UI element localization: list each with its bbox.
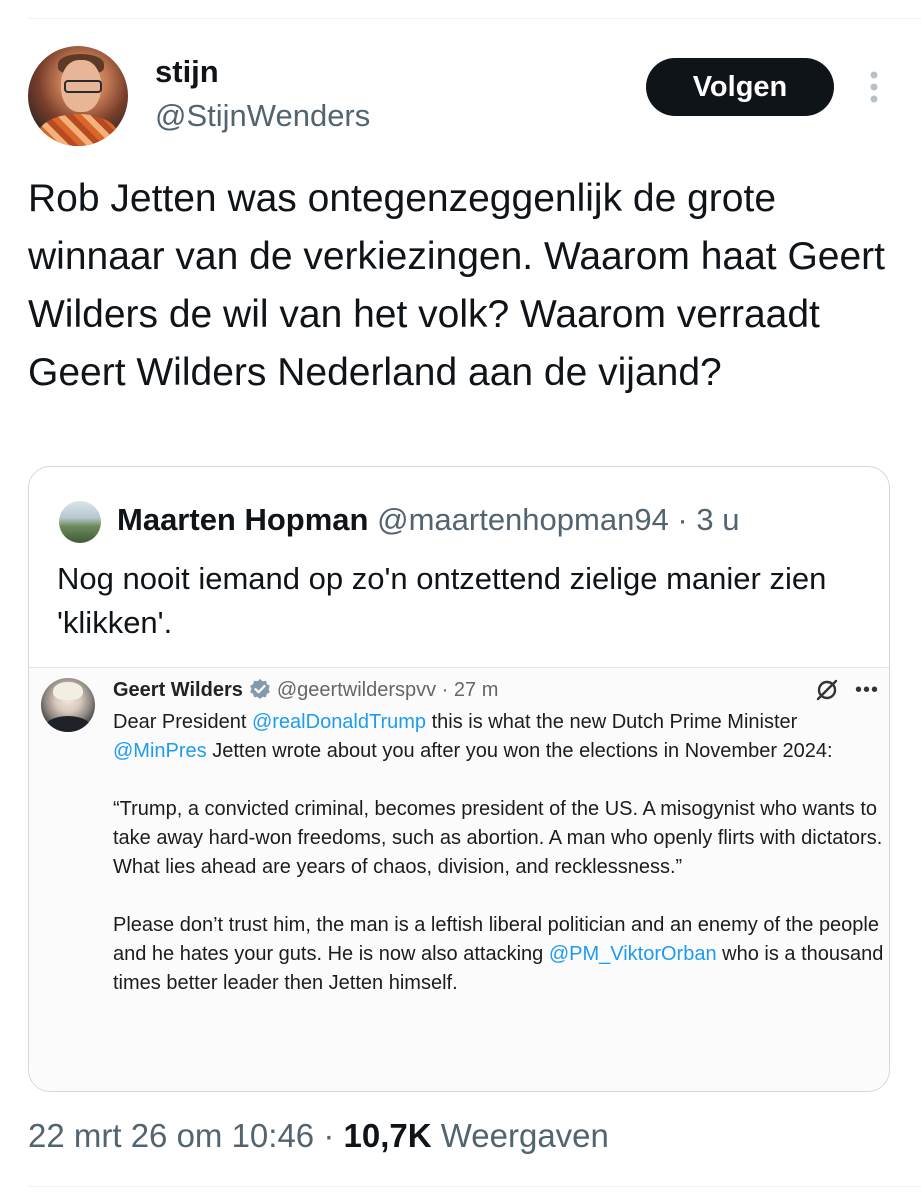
avatar-glasses [64,80,102,93]
embedded-header: Geert Wilders @geertwilderspvv · 27 m [113,676,498,704]
embedded-timestamp: 27 m [453,679,499,701]
embedded-body: Dear President @realDonaldTrump this is … [113,708,889,1027]
embedded-author-name: Geert Wilders [113,679,243,701]
embedded-paragraph-2: “Trump, a convicted criminal, becomes pr… [113,798,883,878]
tweet-text: Rob Jetten was ontegenzeggenlijk de grot… [28,177,885,394]
meta-separator: · [314,1117,344,1154]
embedded-text: Jetten wrote about you after you won the… [206,740,833,762]
embedded-screenshot: Geert Wilders @geertwilderspvv · 27 m ••… [29,667,889,1091]
embedded-paragraph-3: Please don’t trust him, the man is a lef… [113,911,889,998]
embedded-text: Dear President [113,711,252,733]
mention-link: @MinPres [113,740,207,762]
more-vertical-icon[interactable] [866,70,882,104]
author-display-name[interactable]: stijn [155,52,219,92]
views-count[interactable]: 10,7K [343,1117,431,1154]
avatar-shirt [38,114,118,146]
top-divider [28,18,921,19]
embedded-text: this is what the new Dutch Prime Ministe… [426,711,798,733]
tweet-date[interactable]: 22 mrt 26 om 10:46 [28,1117,314,1154]
bottom-divider [28,1186,921,1187]
embedded-author-handle: @geertwilderspvv [276,679,437,701]
mention-link: @realDonaldTrump [251,711,427,733]
more-horizontal-icon: ••• [855,679,880,701]
quote-text: Nog nooit iemand op zo'n ontzettend ziel… [57,561,827,640]
follow-button[interactable]: Volgen [646,58,834,116]
quote-header: Maarten Hopman @maartenhopman94 · 3 u [117,497,739,543]
mention-link: @PM_ViktorOrban [548,943,717,965]
embedded-avatar-suit [45,716,91,732]
embedded-author-avatar [41,678,95,732]
quote-author-handle: @maartenhopman94 [377,502,669,537]
author-avatar[interactable] [28,46,128,146]
quote-author-name: Maarten Hopman [117,502,369,537]
quote-author-avatar [59,501,101,543]
embedded-paragraph-1: Dear President @realDonaldTrump this is … [113,708,889,766]
grok-icon [816,679,838,701]
quote-timestamp: 3 u [696,502,740,537]
verified-badge-icon [250,679,270,699]
tweet-meta: 22 mrt 26 om 10:46 · 10,7K Weergaven [28,1114,609,1158]
embedded-avatar-hair [53,682,83,700]
embedded-separator: · [436,679,454,701]
author-handle[interactable]: @StijnWenders [155,96,370,136]
quote-separator: · [668,502,697,537]
quoted-tweet-card[interactable]: Maarten Hopman @maartenhopman94 · 3 u No… [28,466,890,1092]
views-label[interactable]: Weergaven [432,1117,609,1154]
